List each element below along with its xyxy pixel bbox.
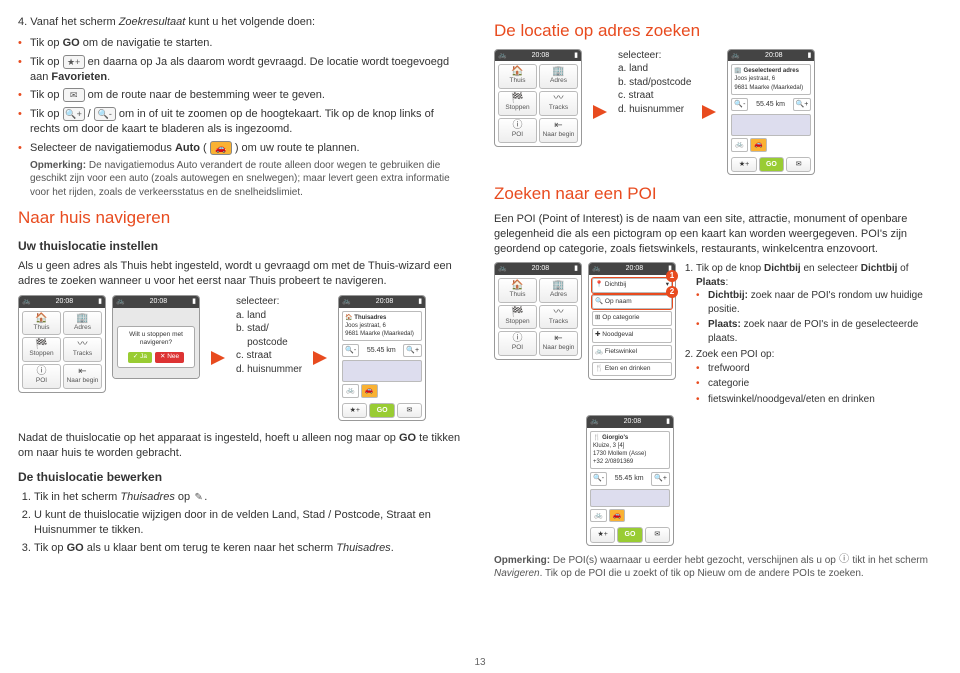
home-intro-text: Als u geen adres als Thuis hebt ingestel… <box>18 259 466 289</box>
callout-1: 1 <box>666 270 678 282</box>
callout-2: 2 <box>666 286 678 298</box>
phone-menu-2: 🚲20:08▮ 🏠Thuis 🏢Adres 🏁Stoppen 〰Tracks ⓘ… <box>494 49 582 147</box>
route-icon: ✉ <box>63 88 85 102</box>
poi-note: Opmerking: De POI(s) waarnaar u eerder h… <box>494 554 942 581</box>
heading-set-home: Uw thuislocatie instellen <box>18 238 466 254</box>
zoom-out-icon: 🔍- <box>94 107 116 121</box>
phone-poi-result: 🚲20:08▮ 🍴 Giorgio's Kluize, 3 [4] 1730 M… <box>586 415 674 545</box>
arrow-icon <box>206 351 230 365</box>
address-screens-row: 🚲20:08▮ 🏠Thuis 🏢Adres 🏁Stoppen 〰Tracks ⓘ… <box>494 49 942 175</box>
pencil-icon: ✎ <box>193 492 204 503</box>
phone-menu: 🚲20:08▮ 🏠Thuis 🏢Adres 🏁Stoppen 〰Tracks ⓘ… <box>18 295 106 393</box>
phone-selected-address: 🚲20:08▮ 🏢 Geselecteerd adres Joos jestra… <box>727 49 815 175</box>
arrow-icon <box>588 105 612 119</box>
home-screens-row: 🚲20:08▮ 🏠Thuis 🏢Adres 🏁Stoppen 〰Tracks ⓘ… <box>18 295 466 421</box>
phone-dialog: 🚲20:08▮ Wilt u stoppen met navigeren? ✓ … <box>112 295 200 378</box>
poi-screens-row: 🚲20:08▮ 🏠Thuis 🏢Adres 🏁Stoppen 〰Tracks ⓘ… <box>494 262 942 409</box>
heading-search-address: De locatie op adres zoeken <box>494 20 942 43</box>
left-column: 4. Vanaf het scherm Zoekresultaat kunt u… <box>18 12 466 587</box>
poi-result-row: 🚲20:08▮ 🍴 Giorgio's Kluize, 3 [4] 1730 M… <box>586 415 942 545</box>
phone-poi-list: 🚲20:08▮ 📍 Dichtbij▾ 🔍 Op naam ⊞ Op categ… <box>588 262 676 380</box>
right-column: De locatie op adres zoeken 🚲20:08▮ 🏠Thui… <box>494 12 942 587</box>
favorite-add-icon: ★+ <box>63 55 85 69</box>
zoom-in-icon: 🔍+ <box>63 107 85 121</box>
phone-result: 🚲20:08▮ 🏠 Thuisadres Joos jestraat, 6 96… <box>338 295 426 421</box>
phone-menu-3: 🚲20:08▮ 🏠Thuis 🏢Adres 🏁Stoppen 〰Tracks ⓘ… <box>494 262 582 360</box>
arrow-icon <box>308 351 332 365</box>
after-home-text: Nadat de thuislocatie op het apparaat is… <box>18 431 466 461</box>
poi-intro-text: Een POI (Point of Interest) is de naam v… <box>494 212 942 257</box>
edit-home-steps: Tik in het scherm Thuisadres op ✎. U kun… <box>18 490 466 555</box>
select-steps: selecteer: a. land b. stad/ postcode c. … <box>236 295 302 376</box>
heading-edit-home: De thuislocatie bewerken <box>18 469 466 485</box>
poi-step-2: Zoek een POI op: trefwoord categorie fie… <box>696 348 942 406</box>
actions-list: Tik op GO om de navigatie te starten. Ti… <box>18 36 466 199</box>
arrow-icon <box>697 105 721 119</box>
heading-search-poi: Zoeken naar een POI <box>494 183 942 206</box>
poi-step-1: Tik op de knop Dichtbij en selecteer Dic… <box>696 262 942 345</box>
heading-home-nav: Naar huis navigeren <box>18 207 466 230</box>
select-steps-2: selecteer: a. land b. stad/postcode c. s… <box>618 49 691 117</box>
step4-intro: 4. Vanaf het scherm Zoekresultaat kunt u… <box>18 15 466 30</box>
page-number: 13 <box>474 656 485 670</box>
info-icon: ⓘ <box>839 554 850 565</box>
car-icon: 🚗 <box>210 141 232 155</box>
